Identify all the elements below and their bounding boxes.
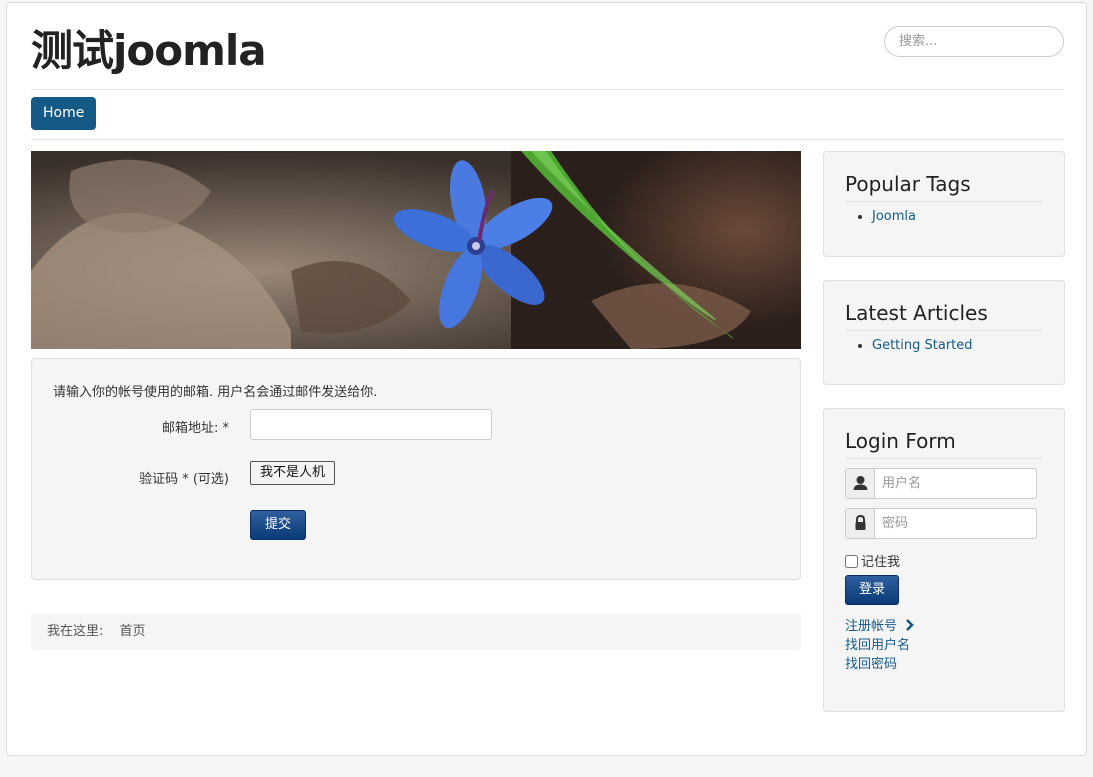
lock-icon xyxy=(846,509,875,538)
nav-item-home[interactable]: Home xyxy=(31,97,97,130)
submit-button[interactable]: 提交 xyxy=(250,510,307,540)
login-button[interactable]: 登录 xyxy=(845,575,900,605)
register-link[interactable]: 注册帐号 xyxy=(845,615,915,634)
remember-checkbox[interactable] xyxy=(845,555,858,568)
username-field[interactable] xyxy=(845,468,1037,499)
list-item: Joomla xyxy=(872,208,916,226)
breadcrumb-prefix: 我在这里: xyxy=(47,624,104,639)
forgot-password-link[interactable]: 找回密码 xyxy=(845,653,897,672)
username-input[interactable] xyxy=(876,469,1036,498)
remind-form: 请输入你的帐号使用的邮箱. 用户名会通过邮件发送给你. 邮箱地址: * 验证码 … xyxy=(31,358,801,580)
chevron-right-icon xyxy=(906,619,914,631)
email-label: 邮箱地址: * xyxy=(161,421,229,436)
popular-tags-module: Popular Tags Joomla xyxy=(823,151,1065,257)
password-input[interactable] xyxy=(876,509,1036,538)
search-input[interactable] xyxy=(884,26,1064,57)
main-nav: Home xyxy=(31,97,1064,140)
login-module: Login Form 记住我 登录 注册帐号 找回用户名 找回密码 xyxy=(823,408,1065,712)
banner-flower-image xyxy=(31,151,801,349)
latest-articles-module: Latest Articles Getting Started xyxy=(823,280,1065,385)
login-title: Login Form xyxy=(845,429,1043,459)
site-header: 测试joomla xyxy=(31,3,1064,90)
captcha-button[interactable]: 我不是人机 xyxy=(250,461,336,485)
breadcrumb: 我在这里: 首页 xyxy=(31,613,801,650)
list-item: Getting Started xyxy=(872,337,973,355)
latest-articles-title: Latest Articles xyxy=(845,301,1043,331)
register-label: 注册帐号 xyxy=(845,619,898,634)
remember-label: 记住我 xyxy=(861,555,901,570)
banner-image xyxy=(31,151,801,349)
form-intro: 请输入你的帐号使用的邮箱. 用户名会通过邮件发送给你. xyxy=(53,385,378,400)
popular-tags-title: Popular Tags xyxy=(845,172,1043,202)
tag-link[interactable]: Joomla xyxy=(872,209,916,224)
page-container: 测试joomla Home xyxy=(6,2,1087,756)
password-field[interactable] xyxy=(845,508,1037,539)
remember-me[interactable]: 记住我 xyxy=(845,551,900,570)
captcha-label: 验证码 * (可选) xyxy=(139,472,229,487)
forgot-username-link[interactable]: 找回用户名 xyxy=(845,634,910,653)
site-title[interactable]: 测试joomla xyxy=(31,25,267,77)
email-field[interactable] xyxy=(250,409,492,440)
user-icon xyxy=(846,469,875,498)
breadcrumb-home[interactable]: 首页 xyxy=(120,624,146,639)
article-link[interactable]: Getting Started xyxy=(872,338,973,353)
